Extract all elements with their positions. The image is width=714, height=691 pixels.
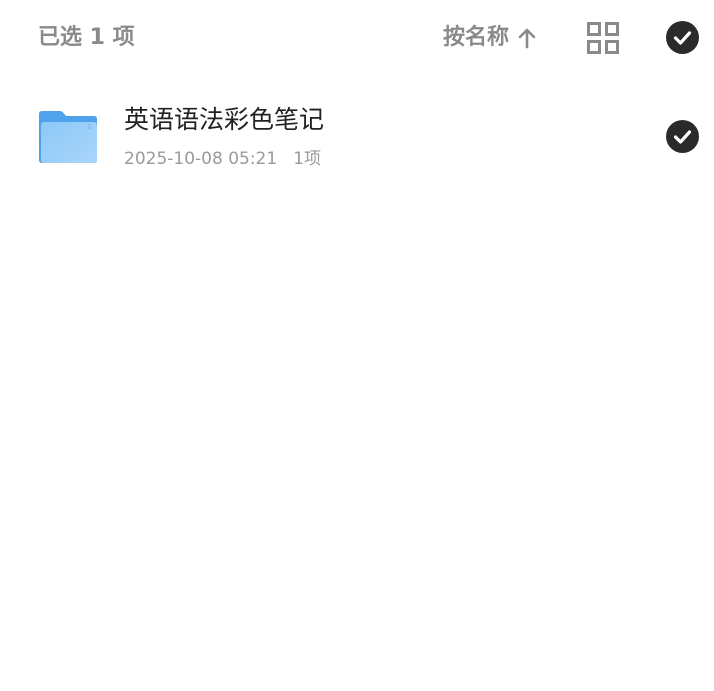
- sort-by-name-button[interactable]: 按名称: [443, 22, 537, 54]
- item-count: 1项: [293, 149, 322, 169]
- file-list: 英语语法彩色笔记 2025-10-08 05:21 1项: [0, 90, 714, 186]
- folder-icon: [39, 111, 97, 163]
- item-date: 2025-10-08 05:21: [124, 149, 278, 169]
- sort-label: 按名称: [443, 25, 510, 50]
- item-title: 英语语法彩色笔记: [124, 105, 325, 134]
- list-item[interactable]: 英语语法彩色笔记 2025-10-08 05:21 1项: [0, 90, 714, 186]
- arrow-up-icon: [518, 28, 536, 49]
- selected-count-label: 已选 1 项: [38, 25, 135, 50]
- item-meta: 2025-10-08 05:21 1项: [124, 146, 321, 172]
- selection-toolbar: 已选 1 项 按名称: [0, 0, 714, 76]
- select-all-check-icon[interactable]: [666, 21, 699, 54]
- grid-view-icon[interactable]: [586, 21, 620, 55]
- item-check-icon[interactable]: [666, 120, 699, 153]
